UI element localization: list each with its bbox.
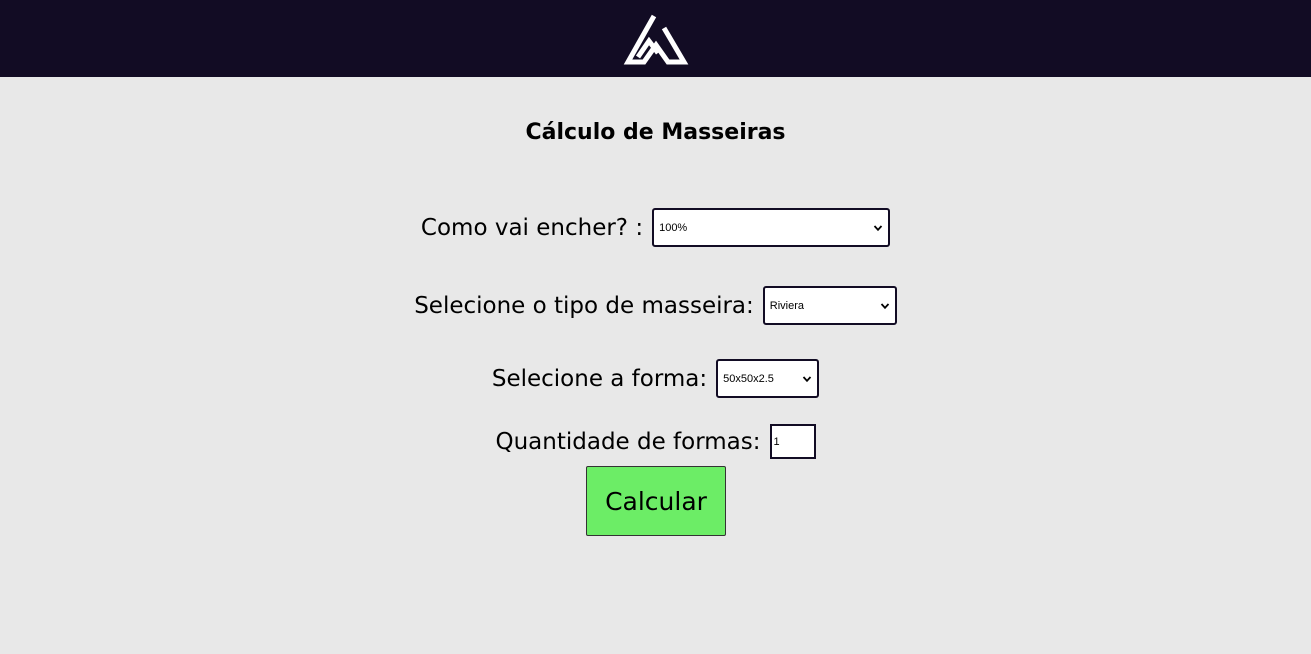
type-select[interactable]: Riviera <box>762 286 897 325</box>
shape-row: Selecione a forma: 50x50x2.5 <box>0 359 1311 398</box>
shape-select[interactable]: 50x50x2.5 <box>716 359 820 398</box>
fill-label: Como vai encher? : <box>420 214 644 241</box>
chevron-down-icon <box>873 224 883 231</box>
fill-select-value: 100% <box>659 221 688 234</box>
chevron-down-icon <box>880 302 889 309</box>
quantity-label: Quantidade de formas: <box>495 428 761 455</box>
calculate-button[interactable]: Calcular <box>586 466 726 536</box>
brand-logo-icon <box>623 14 688 65</box>
shape-select-value: 50x50x2.5 <box>723 372 774 385</box>
fill-row: Como vai encher? : 100% <box>0 208 1311 247</box>
quantity-row: Quantidade de formas: <box>0 424 1311 459</box>
quantity-input[interactable] <box>769 424 816 459</box>
page-title: Cálculo de Masseiras <box>525 120 786 145</box>
type-row: Selecione o tipo de masseira: Riviera <box>0 286 1311 325</box>
type-label: Selecione o tipo de masseira: <box>414 292 754 319</box>
fill-select[interactable]: 100% <box>652 208 891 247</box>
main-content: Cálculo de Masseiras Como vai encher? : … <box>0 77 1311 654</box>
type-select-value: Riviera <box>769 299 805 312</box>
shape-label: Selecione a forma: <box>491 365 708 392</box>
top-header-bar <box>0 0 1311 77</box>
chevron-down-icon <box>802 375 812 382</box>
